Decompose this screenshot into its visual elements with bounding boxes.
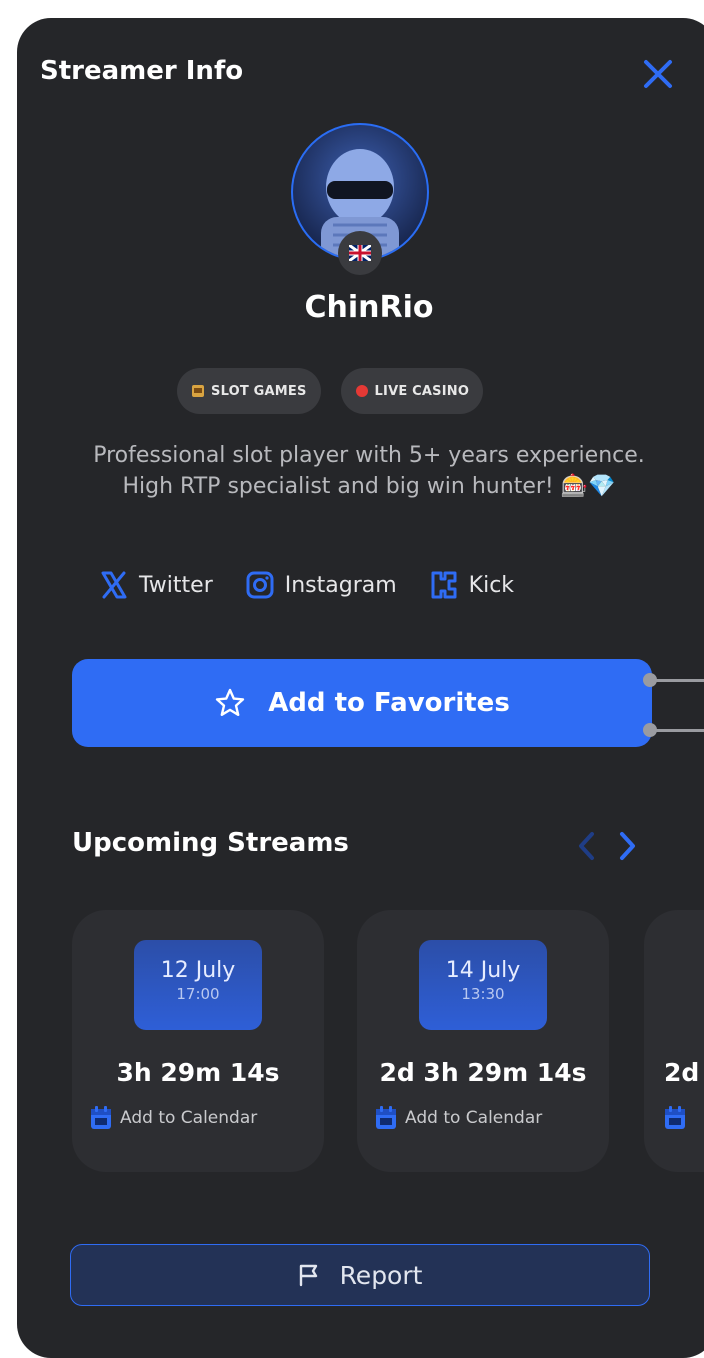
favorites-label: Add to Favorites — [268, 688, 510, 718]
add-to-calendar-button[interactable] — [664, 1106, 686, 1130]
social-label: Kick — [468, 572, 515, 598]
stream-card: 12 July 17:00 3h 29m 14s Add to Calendar — [72, 910, 324, 1172]
upcoming-streams-title: Upcoming Streams — [72, 828, 349, 858]
stream-countdown: 3h 29m 14s — [116, 1058, 280, 1087]
tag-live-casino: LIVE CASINO — [340, 368, 484, 414]
avatar — [291, 123, 429, 275]
scroll-rail-dot — [643, 673, 657, 687]
social-label: Instagram — [284, 572, 397, 598]
instagram-icon — [246, 571, 274, 599]
star-icon — [215, 688, 245, 716]
tag-slot-games: SLOT GAMES — [177, 368, 321, 414]
add-to-calendar-label: Add to Calendar — [120, 1108, 258, 1128]
social-link-twitter[interactable]: Twitter — [99, 570, 213, 600]
stream-time: 17:00 — [176, 985, 220, 1003]
stream-card: 2d — [644, 910, 704, 1172]
scroll-rail-top — [649, 679, 704, 682]
chevron-right-icon[interactable] — [612, 826, 642, 866]
calendar-icon — [376, 1106, 396, 1129]
stream-time: 13:30 — [461, 985, 505, 1003]
category-tags: SLOT GAMES LIVE CASINO — [177, 368, 484, 414]
stream-date: 14 July — [445, 958, 521, 983]
add-to-favorites-button[interactable]: Add to Favorites — [72, 659, 652, 747]
add-to-calendar-button[interactable]: Add to Calendar — [90, 1106, 257, 1130]
calendar-icon — [91, 1106, 111, 1129]
scroll-rail-dot — [643, 723, 657, 737]
report-label: Report — [339, 1260, 423, 1290]
close-icon[interactable] — [638, 54, 678, 94]
report-button[interactable]: Report — [70, 1244, 650, 1306]
slot-machine-icon — [192, 385, 204, 397]
x-icon — [101, 571, 127, 599]
add-to-calendar-button[interactable]: Add to Calendar — [375, 1106, 542, 1130]
streamer-name: ChinRio — [304, 290, 434, 325]
uk-flag-icon — [338, 231, 382, 275]
stream-card: 14 July 13:30 2d 3h 29m 14s Add to Calen… — [357, 910, 609, 1172]
stream-countdown: 2d — [664, 1058, 700, 1087]
social-link-instagram[interactable]: Instagram — [245, 570, 397, 600]
panel-title: Streamer Info — [40, 56, 244, 86]
red-dot-icon — [355, 385, 368, 397]
scroll-rail-bottom — [649, 729, 704, 732]
tag-label: SLOT GAMES — [211, 383, 307, 399]
add-to-calendar-label: Add to Calendar — [405, 1108, 543, 1128]
stream-countdown: 2d 3h 29m 14s — [379, 1058, 587, 1087]
social-label: Twitter — [139, 572, 213, 598]
kick-icon — [431, 571, 457, 599]
stream-date-box: 14 July 13:30 — [419, 940, 547, 1030]
stream-date-box: 12 July 17:00 — [134, 940, 262, 1030]
social-links: Twitter Instagram Kick — [99, 570, 546, 600]
tag-label: LIVE CASINO — [374, 383, 470, 399]
streamer-description: Professional slot player with 5+ years e… — [93, 443, 645, 499]
chevron-left-icon[interactable] — [572, 826, 602, 866]
social-link-kick[interactable]: Kick — [429, 570, 514, 600]
stream-date: 12 July — [160, 958, 236, 983]
calendar-icon — [665, 1106, 685, 1129]
flag-icon — [299, 1264, 317, 1287]
streamer-info-panel: Streamer Info ChinRio SLOT GAMES LIVE CA… — [17, 18, 704, 1358]
